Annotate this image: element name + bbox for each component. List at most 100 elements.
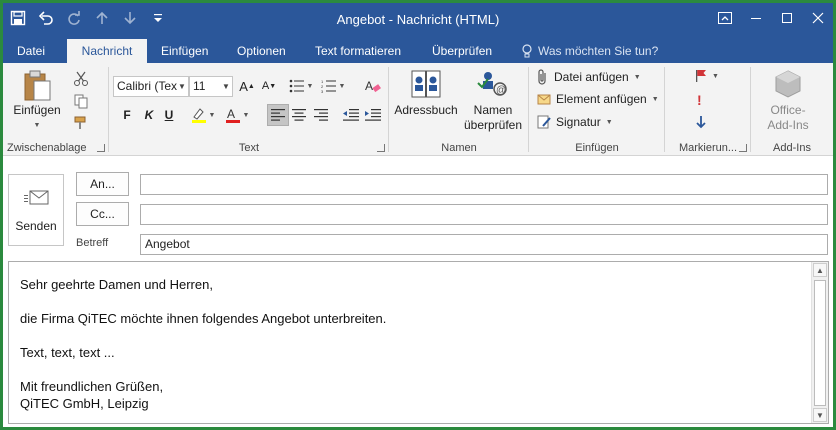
group-text: Calibri (Tex ▼ 11 ▼ A ▲ A ▼ ▼ 123 ▼ A F K … [109, 63, 389, 156]
scroll-thumb[interactable] [814, 280, 826, 406]
address-book-button[interactable]: Adressbuch [393, 69, 459, 118]
body-line: QiTEC GmbH, Leipzig [20, 396, 149, 411]
tab-optionen[interactable]: Optionen [229, 39, 294, 63]
lightbulb-icon [522, 44, 532, 58]
check-names-button[interactable]: @ Namen überprüfen [461, 69, 525, 133]
minimize-icon[interactable] [740, 3, 771, 33]
follow-up-button[interactable]: ▼ [695, 69, 719, 83]
font-name-dropdown-icon[interactable]: ▼ [176, 77, 188, 96]
font-color-icon[interactable]: A [223, 105, 243, 125]
font-size-dropdown-icon[interactable]: ▼ [220, 77, 232, 96]
cut-icon[interactable] [71, 69, 91, 89]
group-include: Datei anfügen ▼ Element anfügen ▼ Signat… [529, 63, 665, 156]
office-addins-label-1: Office- [770, 103, 806, 117]
attach-file-dropdown-icon[interactable]: ▼ [634, 74, 641, 81]
tab-datei[interactable]: Datei [9, 39, 53, 63]
signature-dropdown-icon[interactable]: ▼ [606, 119, 613, 126]
bullets-icon[interactable] [287, 76, 307, 96]
align-center-icon[interactable] [289, 105, 309, 125]
signature-label: Signatur [556, 115, 601, 129]
copy-icon[interactable] [71, 91, 91, 111]
signature-icon [537, 115, 551, 129]
align-right-icon[interactable] [311, 105, 331, 125]
ribbon-display-options-icon[interactable] [709, 3, 740, 33]
message-text[interactable]: Sehr geehrte Damen und Herren, die Firma… [20, 276, 808, 412]
cc-field[interactable] [140, 204, 828, 225]
maximize-icon[interactable] [771, 3, 802, 33]
numbering-dropdown-icon[interactable]: ▼ [337, 76, 347, 96]
tab-text-formatieren[interactable]: Text formatieren [307, 39, 409, 63]
cc-button[interactable]: Cc... [76, 202, 129, 226]
to-button[interactable]: An... [76, 172, 129, 196]
bullets-dropdown-icon[interactable]: ▼ [305, 76, 315, 96]
paperclip-icon [538, 69, 546, 85]
include-group-label: Einfügen [575, 142, 619, 154]
format-painter-icon[interactable] [71, 113, 91, 133]
svg-text:A: A [365, 79, 373, 93]
vertical-scrollbar[interactable]: ▲ ▼ [811, 262, 828, 423]
check-names-label-2: überprüfen [463, 118, 523, 132]
title-bar: Angebot - Nachricht (HTML) [3, 3, 833, 39]
tab-ueberpruefen[interactable]: Überprüfen [424, 39, 500, 63]
attach-item-dropdown-icon[interactable]: ▼ [652, 96, 659, 103]
grow-font-icon[interactable]: A ▲ [237, 76, 257, 96]
clear-formatting-icon[interactable]: A [363, 76, 383, 96]
message-header: Senden An... Cc... Betreff Angebot [3, 157, 833, 261]
low-importance-icon[interactable] [696, 115, 706, 129]
flag-icon [696, 70, 706, 82]
window-controls [709, 3, 833, 33]
attach-item-label: Element anfügen [556, 92, 647, 106]
attach-item-button[interactable]: Element anfügen ▼ [537, 92, 659, 106]
tell-me-text: Was möchten Sie tun? [538, 44, 659, 58]
tab-nachricht[interactable]: Nachricht [67, 39, 147, 63]
highlight-dropdown-icon[interactable]: ▼ [207, 105, 217, 125]
italic-button[interactable]: K [139, 105, 159, 125]
decrease-indent-icon[interactable] [341, 105, 361, 125]
body-line: Mit freundlichen Grüßen, [20, 379, 164, 394]
ribbon-tabs: Datei Nachricht Einfügen Optionen Text f… [3, 39, 833, 63]
envelope-icon [537, 94, 551, 105]
tab-einfuegen[interactable]: Einfügen [153, 39, 216, 63]
ribbon: Einfügen ▼ Zwischenablage Calibri (Tex ▼ [3, 63, 833, 156]
subject-field[interactable]: Angebot [140, 234, 828, 255]
close-icon[interactable] [802, 3, 833, 33]
increase-indent-icon[interactable] [363, 105, 383, 125]
office-addins-icon [775, 70, 801, 98]
signature-button[interactable]: Signatur ▼ [537, 115, 613, 129]
paste-label: Einfügen [13, 103, 61, 117]
numbering-icon[interactable]: 123 [319, 76, 339, 96]
scroll-up-icon[interactable]: ▲ [813, 263, 827, 277]
follow-up-dropdown-icon[interactable]: ▼ [712, 73, 719, 80]
check-names-label-1: Namen [473, 103, 513, 117]
paste-dropdown-icon[interactable]: ▼ [13, 118, 61, 133]
paste-button[interactable]: Einfügen ▼ [13, 67, 61, 135]
group-addins: Office- Add-Ins Add-Ins [751, 63, 833, 156]
font-color-dropdown-icon[interactable]: ▼ [241, 105, 251, 125]
attach-file-label: Datei anfügen [554, 70, 629, 84]
send-icon [24, 190, 49, 205]
text-launcher-icon[interactable] [377, 144, 385, 152]
shrink-font-icon[interactable]: A ▼ [259, 76, 279, 96]
svg-text:3: 3 [321, 89, 324, 93]
send-button[interactable]: Senden [8, 174, 64, 246]
clipboard-icon [24, 70, 51, 101]
font-name-combo[interactable]: Calibri (Tex ▼ [113, 76, 189, 97]
message-body[interactable]: Sehr geehrte Damen und Herren, die Firma… [8, 261, 829, 424]
high-importance-icon[interactable]: ! [697, 92, 702, 108]
align-left-icon[interactable] [267, 104, 289, 126]
underline-button[interactable]: U [159, 105, 179, 125]
send-label: Senden [15, 219, 57, 233]
tags-launcher-icon[interactable] [739, 144, 747, 152]
body-line: Sehr geehrte Damen und Herren, [20, 277, 213, 292]
body-line [20, 293, 808, 310]
clipboard-launcher-icon[interactable] [97, 144, 105, 152]
highlight-icon[interactable] [189, 105, 209, 125]
bold-button[interactable]: F [117, 105, 137, 125]
font-size-combo[interactable]: 11 ▼ [189, 76, 233, 97]
scroll-down-icon[interactable]: ▼ [813, 408, 827, 422]
attach-file-button[interactable]: Datei anfügen ▼ [537, 69, 641, 85]
office-addins-label-2: Add-Ins [767, 118, 809, 132]
tell-me-box[interactable]: Was möchten Sie tun? [513, 39, 666, 63]
to-field[interactable] [140, 174, 828, 195]
office-addins-button[interactable]: Office- Add-Ins [755, 69, 821, 133]
